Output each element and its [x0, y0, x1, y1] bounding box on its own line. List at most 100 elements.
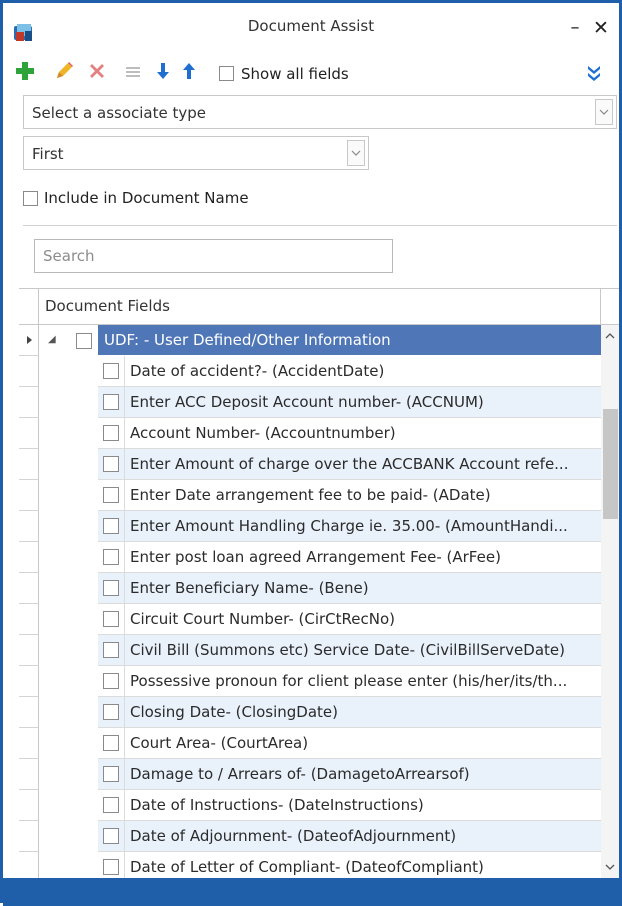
field-checkbox[interactable] [103, 363, 119, 379]
row-selector[interactable] [19, 511, 39, 542]
field-checkbox[interactable] [103, 704, 119, 720]
row-selector[interactable] [19, 697, 39, 728]
row-selector[interactable] [19, 852, 39, 879]
associate-type-select[interactable]: Select a associate type [23, 95, 617, 129]
show-all-fields-checkbox[interactable] [219, 66, 234, 81]
field-checkbox[interactable] [103, 549, 119, 565]
row-selector[interactable] [19, 356, 39, 387]
field-checkbox[interactable] [103, 580, 119, 596]
scroll-up-arrow-icon[interactable] [601, 327, 619, 343]
row-selector[interactable] [19, 480, 39, 511]
associate-type-value: Select a associate type [32, 104, 206, 122]
field-checkbox[interactable] [103, 642, 119, 658]
collapse-triangle-icon[interactable]: ◢ [48, 334, 56, 345]
cell-divider [124, 511, 125, 542]
include-in-document-name-label: Include in Document Name [44, 189, 249, 207]
field-label: Enter Amount Handling Charge ie. 35.00- … [130, 517, 568, 535]
group-row-udf[interactable]: ◢ UDF: - User Defined/Other Information [40, 325, 619, 356]
order-select[interactable]: First [23, 136, 369, 170]
row-selector[interactable] [19, 449, 39, 480]
scroll-down-arrow-icon[interactable] [601, 859, 619, 875]
field-checkbox[interactable] [103, 394, 119, 410]
move-up-button[interactable] [177, 61, 201, 85]
scrollbar-thumb[interactable] [603, 409, 618, 519]
field-row[interactable]: Date of Letter of Compliant- (DateofComp… [98, 852, 601, 879]
field-row[interactable]: Enter Amount Handling Charge ie. 35.00- … [98, 511, 601, 542]
field-checkbox[interactable] [103, 735, 119, 751]
chevron-down-icon[interactable] [347, 140, 365, 166]
search-input[interactable] [41, 240, 385, 272]
row-selector[interactable] [19, 728, 39, 759]
row-selector[interactable] [19, 821, 39, 852]
cell-divider [124, 759, 125, 790]
field-checkbox[interactable] [103, 425, 119, 441]
row-selector[interactable] [19, 604, 39, 635]
group-header-bar[interactable]: UDF: - User Defined/Other Information [98, 325, 619, 355]
field-row[interactable]: Court Area- (CourtArea) [98, 728, 601, 759]
field-row[interactable]: Date of accident?- (AccidentDate) [98, 356, 601, 387]
field-row[interactable]: Civil Bill (Summons etc) Service Date- (… [98, 635, 601, 666]
cell-divider [124, 666, 125, 697]
chevron-down-icon[interactable] [595, 99, 613, 125]
show-all-fields-label: Show all fields [241, 65, 349, 83]
field-label: Date of accident?- (AccidentDate) [130, 362, 385, 380]
row-selector[interactable] [19, 759, 39, 790]
field-label: Closing Date- (ClosingDate) [130, 703, 339, 721]
field-label: Enter Date arrangement fee to be paid- (… [130, 486, 491, 504]
cell-divider [124, 542, 125, 573]
field-row[interactable]: Enter Amount of charge over the ACCBANK … [98, 449, 601, 480]
field-row[interactable]: Account Number- (Accountnumber) [98, 418, 601, 449]
field-row[interactable]: Date of Adjournment- (DateofAdjournment) [98, 821, 601, 852]
minimize-button[interactable]: – [565, 17, 585, 39]
field-checkbox[interactable] [103, 518, 119, 534]
cell-divider [124, 387, 125, 418]
cell-divider [124, 573, 125, 604]
field-label: Account Number- (Accountnumber) [130, 424, 396, 442]
arrow-up-icon [181, 61, 197, 85]
list-icon [123, 61, 143, 85]
field-row[interactable]: Closing Date- (ClosingDate) [98, 697, 601, 728]
field-checkbox[interactable] [103, 766, 119, 782]
row-selector[interactable] [19, 387, 39, 418]
vertical-scrollbar[interactable] [601, 325, 619, 879]
include-in-document-name-checkbox[interactable] [23, 191, 38, 206]
close-button[interactable]: ✕ [591, 17, 611, 39]
delete-icon [87, 61, 107, 85]
row-selector[interactable] [19, 418, 39, 449]
cell-divider [124, 356, 125, 387]
field-row[interactable]: Damage to / Arrears of- (DamagetoArrears… [98, 759, 601, 790]
order-value: First [32, 145, 64, 163]
field-row[interactable]: Possessive pronoun for client please ent… [98, 666, 601, 697]
list-button[interactable] [121, 61, 145, 85]
field-checkbox[interactable] [103, 859, 119, 875]
add-button[interactable] [13, 61, 37, 85]
field-checkbox[interactable] [103, 673, 119, 689]
field-label: Enter ACC Deposit Account number- (ACCNU… [130, 393, 484, 411]
field-row[interactable]: Enter Beneficiary Name- (Bene) [98, 573, 601, 604]
field-row[interactable]: Enter Date arrangement fee to be paid- (… [98, 480, 601, 511]
row-selector[interactable] [19, 542, 39, 573]
field-row[interactable]: Enter post loan agreed Arrangement Fee- … [98, 542, 601, 573]
edit-button[interactable] [52, 61, 76, 85]
row-selector[interactable] [19, 790, 39, 821]
row-selector[interactable] [19, 666, 39, 697]
field-checkbox[interactable] [103, 828, 119, 844]
field-label: Enter Amount of charge over the ACCBANK … [130, 455, 569, 473]
field-checkbox[interactable] [103, 456, 119, 472]
column-header-document-fields[interactable]: Document Fields [45, 297, 170, 315]
delete-button[interactable] [85, 61, 109, 85]
row-selector[interactable] [19, 635, 39, 666]
row-selector[interactable] [19, 325, 39, 356]
row-selector[interactable] [19, 573, 39, 604]
field-checkbox[interactable] [103, 487, 119, 503]
move-down-button[interactable] [151, 61, 175, 85]
expand-button[interactable] [586, 64, 602, 86]
field-row[interactable]: Enter ACC Deposit Account number- (ACCNU… [98, 387, 601, 418]
group-checkbox[interactable] [76, 333, 92, 349]
cell-divider [124, 418, 125, 449]
header-divider [600, 289, 601, 324]
field-checkbox[interactable] [103, 797, 119, 813]
field-checkbox[interactable] [103, 611, 119, 627]
field-row[interactable]: Date of Instructions- (DateInstructions) [98, 790, 601, 821]
field-row[interactable]: Circuit Court Number- (CirCtRecNo) [98, 604, 601, 635]
